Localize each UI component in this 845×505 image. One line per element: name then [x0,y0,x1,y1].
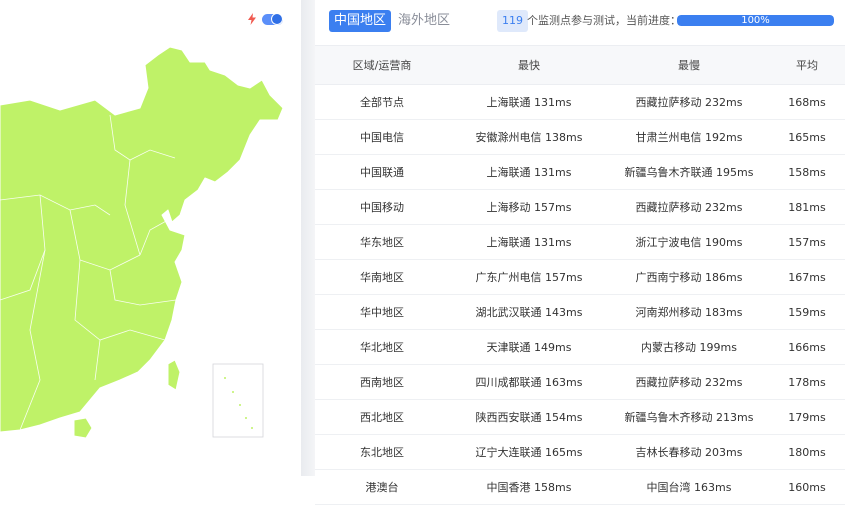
panel-divider [301,0,315,476]
cell-average: 181ms [769,189,845,225]
lightning-icon [248,13,256,25]
cell-region: 西南地区 [315,364,449,400]
cell-fastest: 安徽滁州电信 138ms [449,119,609,155]
table-row: 华东地区 上海联通 131ms 浙江宁波电信 190ms 157ms [315,224,845,260]
cell-slowest: 吉林长春移动 203ms [609,434,769,470]
cell-fastest: 上海联通 131ms [449,154,609,190]
map-panel [0,0,301,476]
progress-text: 个监测点参与测试，当前进度： [527,14,681,27]
cell-slowest: 西藏拉萨移动 232ms [609,84,769,120]
cell-average: 165ms [769,119,845,155]
cell-slowest: 内蒙古移动 199ms [609,329,769,365]
cell-average: 178ms [769,364,845,400]
table-row: 华北地区 天津联通 149ms 内蒙古移动 199ms 166ms [315,329,845,365]
cell-fastest: 四川成都联通 163ms [449,364,609,400]
cell-average: 179ms [769,399,845,435]
tab-overseas[interactable]: 海外地区 [393,10,455,32]
cell-average: 159ms [769,294,845,330]
header-average: 平均 [769,45,845,85]
cell-fastest: 陕西西安联通 154ms [449,399,609,435]
cell-region: 中国移动 [315,189,449,225]
cell-region: 华中地区 [315,294,449,330]
progress-label: 100% [741,15,770,26]
table-row: 全部节点 上海联通 131ms 西藏拉萨移动 232ms 168ms [315,84,845,120]
cell-average: 180ms [769,434,845,470]
cell-region: 华北地区 [315,329,449,365]
cell-fastest: 上海联通 131ms [449,84,609,120]
header-region: 区域/运营商 [315,45,449,85]
cell-fastest: 上海移动 157ms [449,189,609,225]
table-row: 东北地区 辽宁大连联通 165ms 吉林长春移动 203ms 180ms [315,434,845,470]
cell-slowest: 广西南宁移动 186ms [609,259,769,295]
cell-region: 华南地区 [315,259,449,295]
table-header: 区域/运营商 最快 最慢 平均 [315,45,845,85]
cell-average: 157ms [769,224,845,260]
cell-fastest: 湖北武汉联通 143ms [449,294,609,330]
cell-fastest: 辽宁大连联通 165ms [449,434,609,470]
progress-bar: 100% [677,15,834,26]
china-map[interactable] [0,0,301,476]
cell-slowest: 西藏拉萨移动 232ms [609,189,769,225]
cell-slowest: 新疆乌鲁木齐联通 195ms [609,154,769,190]
cell-region: 东北地区 [315,434,449,470]
cell-region: 全部节点 [315,84,449,120]
node-count-badge: 119 [497,10,528,32]
cell-region: 华东地区 [315,224,449,260]
table-row: 西北地区 陕西西安联通 154ms 新疆乌鲁木齐移动 213ms 179ms [315,399,845,435]
map-toggle[interactable] [248,12,283,25]
cell-slowest: 新疆乌鲁木齐移动 213ms [609,399,769,435]
table-row: 华南地区 广东广州电信 157ms 广西南宁移动 186ms 167ms [315,259,845,295]
tab-china[interactable]: 中国地区 [329,10,392,32]
cell-fastest: 中国香港 158ms [449,469,609,505]
cell-fastest: 上海联通 131ms [449,224,609,260]
cell-region: 中国电信 [315,119,449,155]
table-row: 中国电信 安徽滁州电信 138ms 甘肃兰州电信 192ms 165ms [315,119,845,155]
cell-average: 168ms [769,84,845,120]
toggle-switch[interactable] [262,12,283,25]
table-row: 港澳台 中国香港 158ms 中国台湾 163ms 160ms [315,469,845,505]
cell-slowest: 甘肃兰州电信 192ms [609,119,769,155]
cell-average: 166ms [769,329,845,365]
cell-average: 167ms [769,259,845,295]
cell-average: 160ms [769,469,845,505]
table-row: 华中地区 湖北武汉联通 143ms 河南郑州移动 183ms 159ms [315,294,845,330]
cell-slowest: 浙江宁波电信 190ms [609,224,769,260]
results-table: 区域/运营商 最快 最慢 平均 全部节点 上海联通 131ms 西藏拉萨移动 232… [315,45,845,505]
table-row: 中国移动 上海移动 157ms 西藏拉萨移动 232ms 181ms [315,189,845,225]
cell-average: 158ms [769,154,845,190]
cell-region: 中国联通 [315,154,449,190]
results-panel: 中国地区 海外地区 119 个监测点参与测试，当前进度： 100% 区域/运营商… [315,0,845,505]
header-slowest: 最慢 [609,45,769,85]
table-row: 西南地区 四川成都联通 163ms 西藏拉萨移动 232ms 178ms [315,364,845,400]
cell-fastest: 广东广州电信 157ms [449,259,609,295]
header-fastest: 最快 [449,45,609,85]
cell-slowest: 河南郑州移动 183ms [609,294,769,330]
cell-slowest: 西藏拉萨移动 232ms [609,364,769,400]
cell-slowest: 中国台湾 163ms [609,469,769,505]
cell-region: 港澳台 [315,469,449,505]
topbar: 中国地区 海外地区 119 个监测点参与测试，当前进度： 100% [315,0,845,44]
cell-region: 西北地区 [315,399,449,435]
cell-fastest: 天津联通 149ms [449,329,609,365]
table-row: 中国联通 上海联通 131ms 新疆乌鲁木齐联通 195ms 158ms [315,154,845,190]
